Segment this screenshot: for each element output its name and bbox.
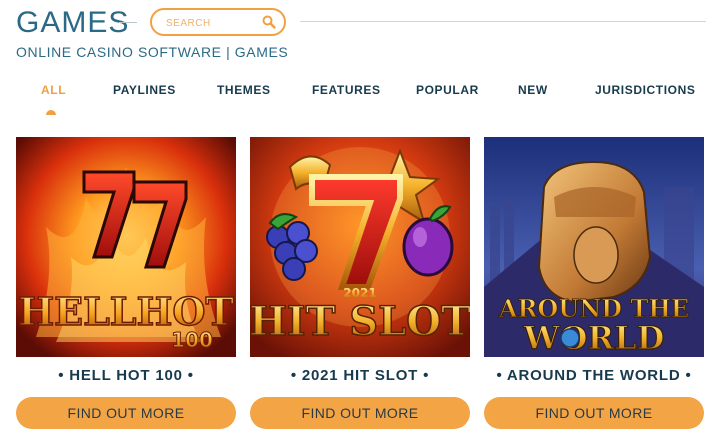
hell-hot-artwork: HELLHOT 100 [16,137,236,357]
find-out-more-button[interactable]: FIND OUT MORE [250,397,470,429]
hit-slot-artwork: 2021 HIT SLOT [250,137,470,357]
category-tabs: ALL PAYLINES THEMES FEATURES POPULAR NEW… [0,80,720,115]
header-divider [300,21,706,22]
page-subtitle: ONLINE CASINO SOFTWARE | GAMES [16,44,289,60]
active-tab-indicator [46,110,56,115]
svg-text:HIT SLOT: HIT SLOT [250,298,470,345]
search-input[interactable] [166,14,262,32]
page-title: GAMES [16,6,130,39]
search-box[interactable] [150,8,286,36]
tab-popular[interactable]: POPULAR [416,83,479,97]
globe-icon [560,328,580,348]
title-divider [119,22,137,23]
tab-features[interactable]: FEATURES [312,83,381,97]
tab-jurisdictions[interactable]: JURISDICTIONS [595,83,695,97]
svg-text:WORLD: WORLD [523,319,665,357]
tab-new[interactable]: NEW [518,83,548,97]
around-the-world-artwork: AROUND THE WORLD [484,137,704,357]
tab-all[interactable]: ALL [41,83,66,97]
find-out-more-button[interactable]: FIND OUT MORE [16,397,236,429]
search-icon[interactable] [262,15,276,29]
game-title[interactable]: • HELL HOT 100 • [16,367,236,384]
game-thumbnail-hell-hot-100[interactable]: HELLHOT 100 [16,137,236,357]
find-out-more-button[interactable]: FIND OUT MORE [484,397,704,429]
game-title[interactable]: • AROUND THE WORLD • [484,367,704,384]
game-title[interactable]: • 2021 HIT SLOT • [250,367,470,384]
svg-text:100: 100 [171,328,213,352]
tab-paylines[interactable]: PAYLINES [113,83,176,97]
page-header: GAMES ONLINE CASINO SOFTWARE | GAMES [16,4,706,64]
tab-themes[interactable]: THEMES [217,83,271,97]
game-thumbnail-around-the-world[interactable]: AROUND THE WORLD [484,137,704,357]
game-thumbnail-2021-hit-slot[interactable]: 2021 HIT SLOT [250,137,470,357]
